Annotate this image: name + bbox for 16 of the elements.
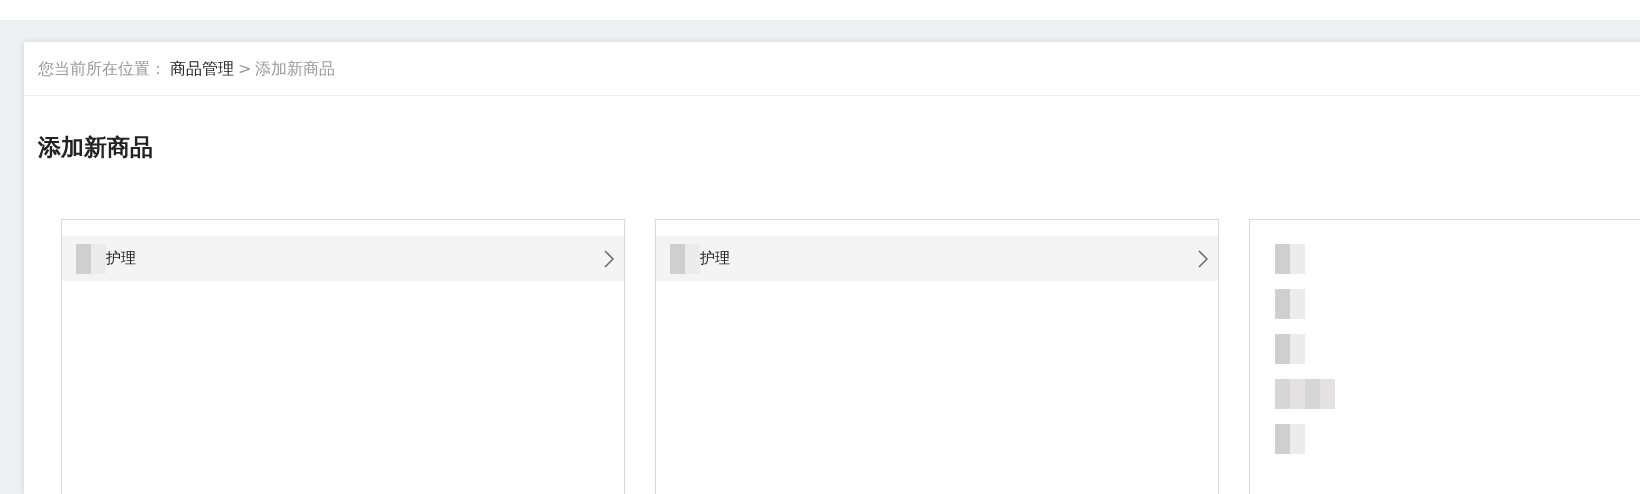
redaction-mosaic — [1275, 288, 1305, 319]
category-item[interactable]: 护理 — [62, 236, 624, 281]
redaction-mosaic — [1275, 243, 1305, 274]
redaction-mosaic — [670, 243, 700, 274]
category-label: 护理 — [106, 248, 137, 270]
page-title: 添加新商品 — [37, 133, 154, 162]
breadcrumb-link[interactable]: 商品管理 — [170, 56, 234, 81]
redaction-mosaic — [1275, 423, 1305, 454]
redaction-mosaic — [1275, 333, 1305, 364]
redaction-mosaic — [1275, 378, 1335, 409]
category-label: 护理 — [700, 248, 731, 270]
breadcrumb-current: 添加新商品 — [255, 57, 336, 80]
redaction-mosaic — [76, 243, 106, 274]
breadcrumb-separator: > — [238, 57, 252, 80]
breadcrumb-label: 您当前所在位置： — [38, 57, 166, 80]
category-item[interactable]: 护理 — [656, 236, 1218, 281]
